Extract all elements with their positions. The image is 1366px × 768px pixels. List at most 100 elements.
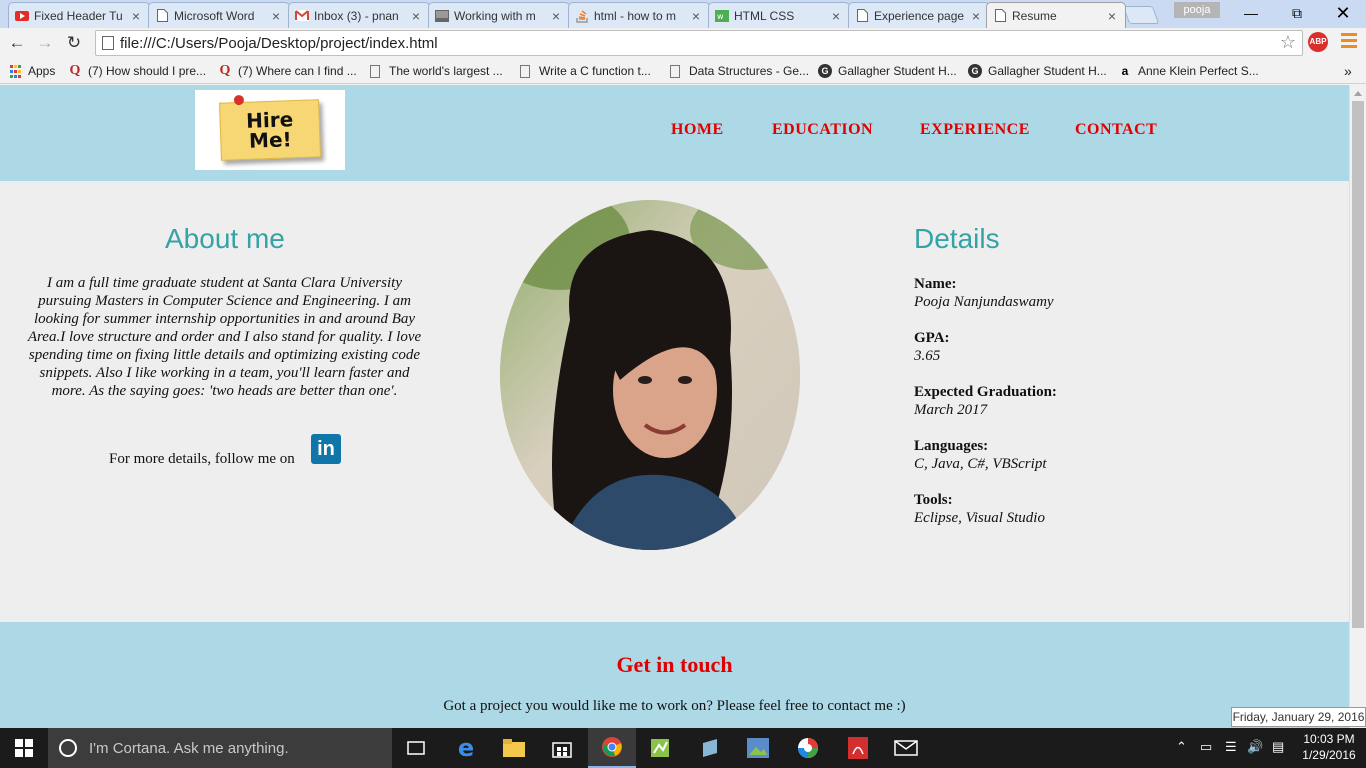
tab[interactable]: Working with m × <box>428 2 570 28</box>
detail-label: Tools: <box>914 492 953 508</box>
detail-value: 3.65 <box>914 348 941 364</box>
nav-contact[interactable]: CONTACT <box>1075 121 1157 139</box>
scroll-up-icon[interactable] <box>1354 91 1362 96</box>
clock-time: 10:03 PM <box>1303 732 1355 746</box>
page-icon <box>855 9 869 23</box>
bookmarks-overflow-button[interactable]: » <box>1344 62 1352 80</box>
profile-photo <box>500 200 800 550</box>
tab[interactable]: html - how to m × <box>568 2 710 28</box>
tab-title: Fixed Header Tu <box>34 8 123 23</box>
close-icon[interactable]: × <box>969 8 983 24</box>
tray-up-arrow-icon[interactable]: ⌃ <box>1176 739 1187 755</box>
bookmark-item[interactable]: G Gallagher Student H... <box>818 62 957 80</box>
tab[interactable]: w HTML CSS × <box>708 2 850 28</box>
bookmark-label: Apps <box>28 64 56 78</box>
detail-label: GPA: <box>914 330 950 346</box>
back-icon[interactable]: ← <box>6 32 28 54</box>
bookmark-item[interactable]: Apps <box>8 62 55 80</box>
bookmark-star-icon[interactable]: ☆ <box>1280 32 1296 53</box>
close-icon[interactable]: × <box>829 8 843 24</box>
task-view-icon[interactable] <box>392 728 440 768</box>
nav-home[interactable]: HOME <box>671 121 724 139</box>
bookmark-item[interactable]: Q (7) Where can I find ... <box>218 62 357 80</box>
tab[interactable]: Experience page × <box>848 2 990 28</box>
profile-button[interactable]: pooja <box>1174 2 1220 18</box>
page-icon <box>102 36 114 50</box>
volume-icon[interactable]: 🔊 <box>1247 739 1263 755</box>
minimize-icon[interactable]: — <box>1228 0 1274 26</box>
detail-tools: Tools: Eclipse, Visual Studio <box>914 491 1045 527</box>
bookmark-label: (7) Where can I find ... <box>238 64 357 78</box>
detail-value: Pooja Nanjundaswamy <box>914 294 1054 310</box>
nav-experience[interactable]: EXPERIENCE <box>920 121 1030 139</box>
windows-start-icon[interactable] <box>0 728 48 768</box>
menu-icon[interactable] <box>1341 33 1357 49</box>
detail-graduation: Expected Graduation: March 2017 <box>914 383 1057 419</box>
tab[interactable]: Microsoft Word × <box>148 2 290 28</box>
bookmark-label: Gallagher Student H... <box>988 64 1107 78</box>
close-icon[interactable]: × <box>269 8 283 24</box>
nav-education[interactable]: EDUCATION <box>772 121 873 139</box>
scrollbar-thumb[interactable] <box>1352 101 1364 628</box>
reload-icon[interactable]: ↻ <box>63 32 85 54</box>
linkedin-icon[interactable]: in <box>311 434 341 464</box>
picasa-icon[interactable] <box>784 728 832 768</box>
contact-text: Got a project you would like me to work … <box>443 698 906 714</box>
photos-icon[interactable] <box>734 728 782 768</box>
battery-icon[interactable]: ▭ <box>1200 739 1212 755</box>
quora-icon: Q <box>219 63 231 78</box>
close-icon[interactable]: × <box>129 8 143 24</box>
tab-title: Inbox (3) - pnan <box>314 8 399 23</box>
taskbar-clock[interactable]: 10:03 PM 1/29/2016 <box>1298 731 1360 763</box>
bookmark-item[interactable]: G Gallagher Student H... <box>968 62 1107 80</box>
bookmark-label: Gallagher Student H... <box>838 64 957 78</box>
page-icon <box>155 9 169 23</box>
detail-label: Languages: <box>914 438 989 454</box>
editor-icon[interactable] <box>636 728 684 768</box>
close-icon[interactable]: × <box>689 8 703 24</box>
chrome-icon[interactable] <box>588 728 636 768</box>
page-icon <box>670 64 680 78</box>
svg-text:w: w <box>717 12 724 21</box>
bookmark-item[interactable]: Data Structures - Ge... <box>670 62 809 80</box>
pdf-icon[interactable] <box>834 728 882 768</box>
hire-me-logo[interactable]: Hire Me! <box>195 90 345 170</box>
tab-title: Resume <box>1012 8 1057 23</box>
mail-icon[interactable] <box>882 728 930 768</box>
tab[interactable]: Fixed Header Tu × <box>8 2 150 28</box>
edge-icon[interactable]: e <box>442 728 490 768</box>
windows-taskbar: I'm Cortana. Ask me anything. e ⌃ ▭ ☰ 🔊 … <box>0 728 1366 768</box>
notes-icon[interactable] <box>686 728 734 768</box>
gallagher-icon: G <box>818 64 832 78</box>
wifi-icon[interactable]: ☰ <box>1225 739 1237 755</box>
detail-gpa: GPA: 3.65 <box>914 329 950 365</box>
stackoverflow-icon <box>575 9 589 23</box>
bookmark-item[interactable]: a Anne Klein Perfect S... <box>1118 62 1259 80</box>
forward-icon[interactable]: → <box>34 32 56 54</box>
bookmarks-bar: Apps Q (7) How should I pre... Q (7) Whe… <box>0 58 1366 84</box>
restore-icon[interactable]: ⧉ <box>1274 0 1320 26</box>
adblock-icon[interactable]: ABP <box>1308 32 1328 52</box>
window-close-icon[interactable]: ✕ <box>1320 0 1366 26</box>
bookmark-item[interactable]: Q (7) How should I pre... <box>68 62 207 80</box>
store-icon[interactable] <box>538 728 586 768</box>
page-viewport: Hire Me! HOME EDUCATION EXPERIENCE CONTA… <box>0 85 1349 728</box>
date-tooltip: Friday, January 29, 2016 <box>1231 707 1366 727</box>
bookmark-label: Write a C function t... <box>539 64 651 78</box>
close-icon[interactable]: × <box>1105 8 1119 24</box>
close-icon[interactable]: × <box>409 8 423 24</box>
notifications-icon[interactable]: ▤ <box>1272 739 1284 755</box>
new-tab-button[interactable] <box>1122 6 1160 24</box>
bookmark-item[interactable]: Write a C function t... <box>520 62 651 80</box>
close-icon[interactable]: × <box>549 8 563 24</box>
file-explorer-icon[interactable] <box>490 728 538 768</box>
site-header: Hire Me! HOME EDUCATION EXPERIENCE CONTA… <box>0 85 1349 181</box>
tab-active[interactable]: Resume × <box>986 2 1126 28</box>
tab[interactable]: Inbox (3) - pnan × <box>288 2 430 28</box>
about-heading: About me <box>165 223 285 254</box>
cortana-search-box[interactable]: I'm Cortana. Ask me anything. <box>48 728 392 768</box>
detail-languages: Languages: C, Java, C#, VBScript <box>914 437 1046 473</box>
address-bar[interactable]: file:///C:/Users/Pooja/Desktop/project/i… <box>95 30 1303 56</box>
bookmark-item[interactable]: The world's largest ... <box>370 62 503 80</box>
page-scrollbar[interactable] <box>1349 85 1366 728</box>
